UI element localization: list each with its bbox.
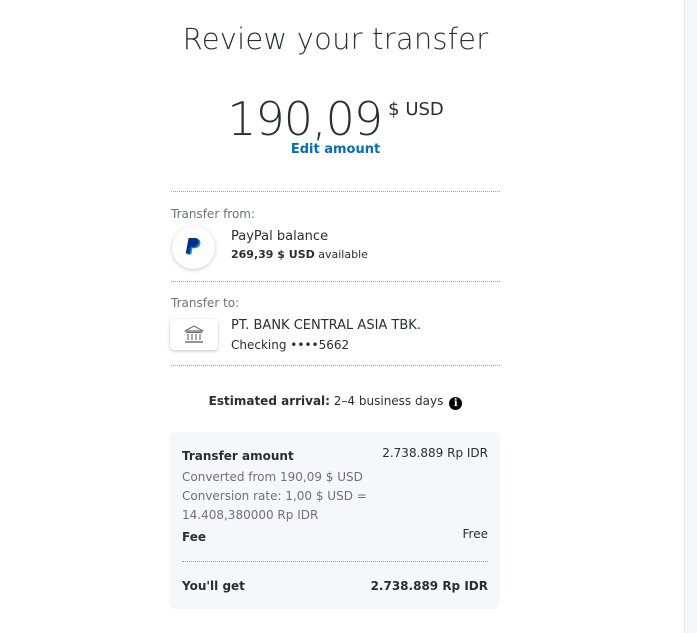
edit-amount-link[interactable]: Edit amount bbox=[0, 142, 671, 157]
divider bbox=[171, 281, 500, 282]
converted-from-text: Converted from 190,09 $ USD bbox=[182, 470, 363, 484]
transfer-amount-display: 190,09 $ USD bbox=[0, 92, 671, 146]
bank-icon bbox=[170, 319, 218, 350]
source-balance-line: 269,39 $ USD available bbox=[231, 248, 368, 261]
you-get-value: 2.738.889 Rp IDR bbox=[370, 579, 488, 593]
estimated-arrival: Estimated arrival: 2–4 business days i bbox=[0, 394, 671, 410]
source-balance: 269,39 $ USD bbox=[231, 248, 315, 261]
transfer-amount-label: Transfer amount bbox=[182, 449, 294, 463]
divider bbox=[171, 365, 500, 366]
amount-value: 190,09 bbox=[227, 92, 383, 146]
summary-divider bbox=[182, 561, 488, 562]
info-icon[interactable]: i bbox=[449, 397, 463, 410]
transfer-to-label: Transfer to: bbox=[171, 296, 240, 310]
page-title: Review your transfer bbox=[182, 22, 489, 56]
you-get-label: You'll get bbox=[182, 579, 245, 593]
conversion-rate-value: 14.408,380000 Rp IDR bbox=[182, 508, 319, 522]
transfer-from-label: Transfer from: bbox=[171, 207, 256, 221]
destination-account: Checking ••••5662 bbox=[231, 338, 350, 352]
amount-currency: $ USD bbox=[388, 99, 444, 120]
destination-bank-name: PT. BANK CENTRAL ASIA TBK. bbox=[231, 318, 421, 333]
conversion-rate-text: Conversion rate: 1,00 $ USD = bbox=[182, 489, 367, 503]
source-name: PayPal balance bbox=[231, 229, 329, 244]
paypal-logo-icon bbox=[172, 226, 215, 269]
arrival-label: Estimated arrival: bbox=[208, 394, 330, 408]
transfer-amount-value: 2.738.889 Rp IDR bbox=[382, 446, 488, 460]
fee-label: Fee bbox=[182, 530, 206, 544]
divider bbox=[171, 191, 500, 192]
transfer-summary-card: Transfer amount 2.738.889 Rp IDR Convert… bbox=[170, 432, 500, 609]
arrival-value: 2–4 business days bbox=[333, 394, 444, 408]
scrollbar-track[interactable] bbox=[684, 0, 697, 633]
fee-value: Free bbox=[462, 527, 488, 541]
source-balance-suffix: available bbox=[318, 248, 368, 261]
